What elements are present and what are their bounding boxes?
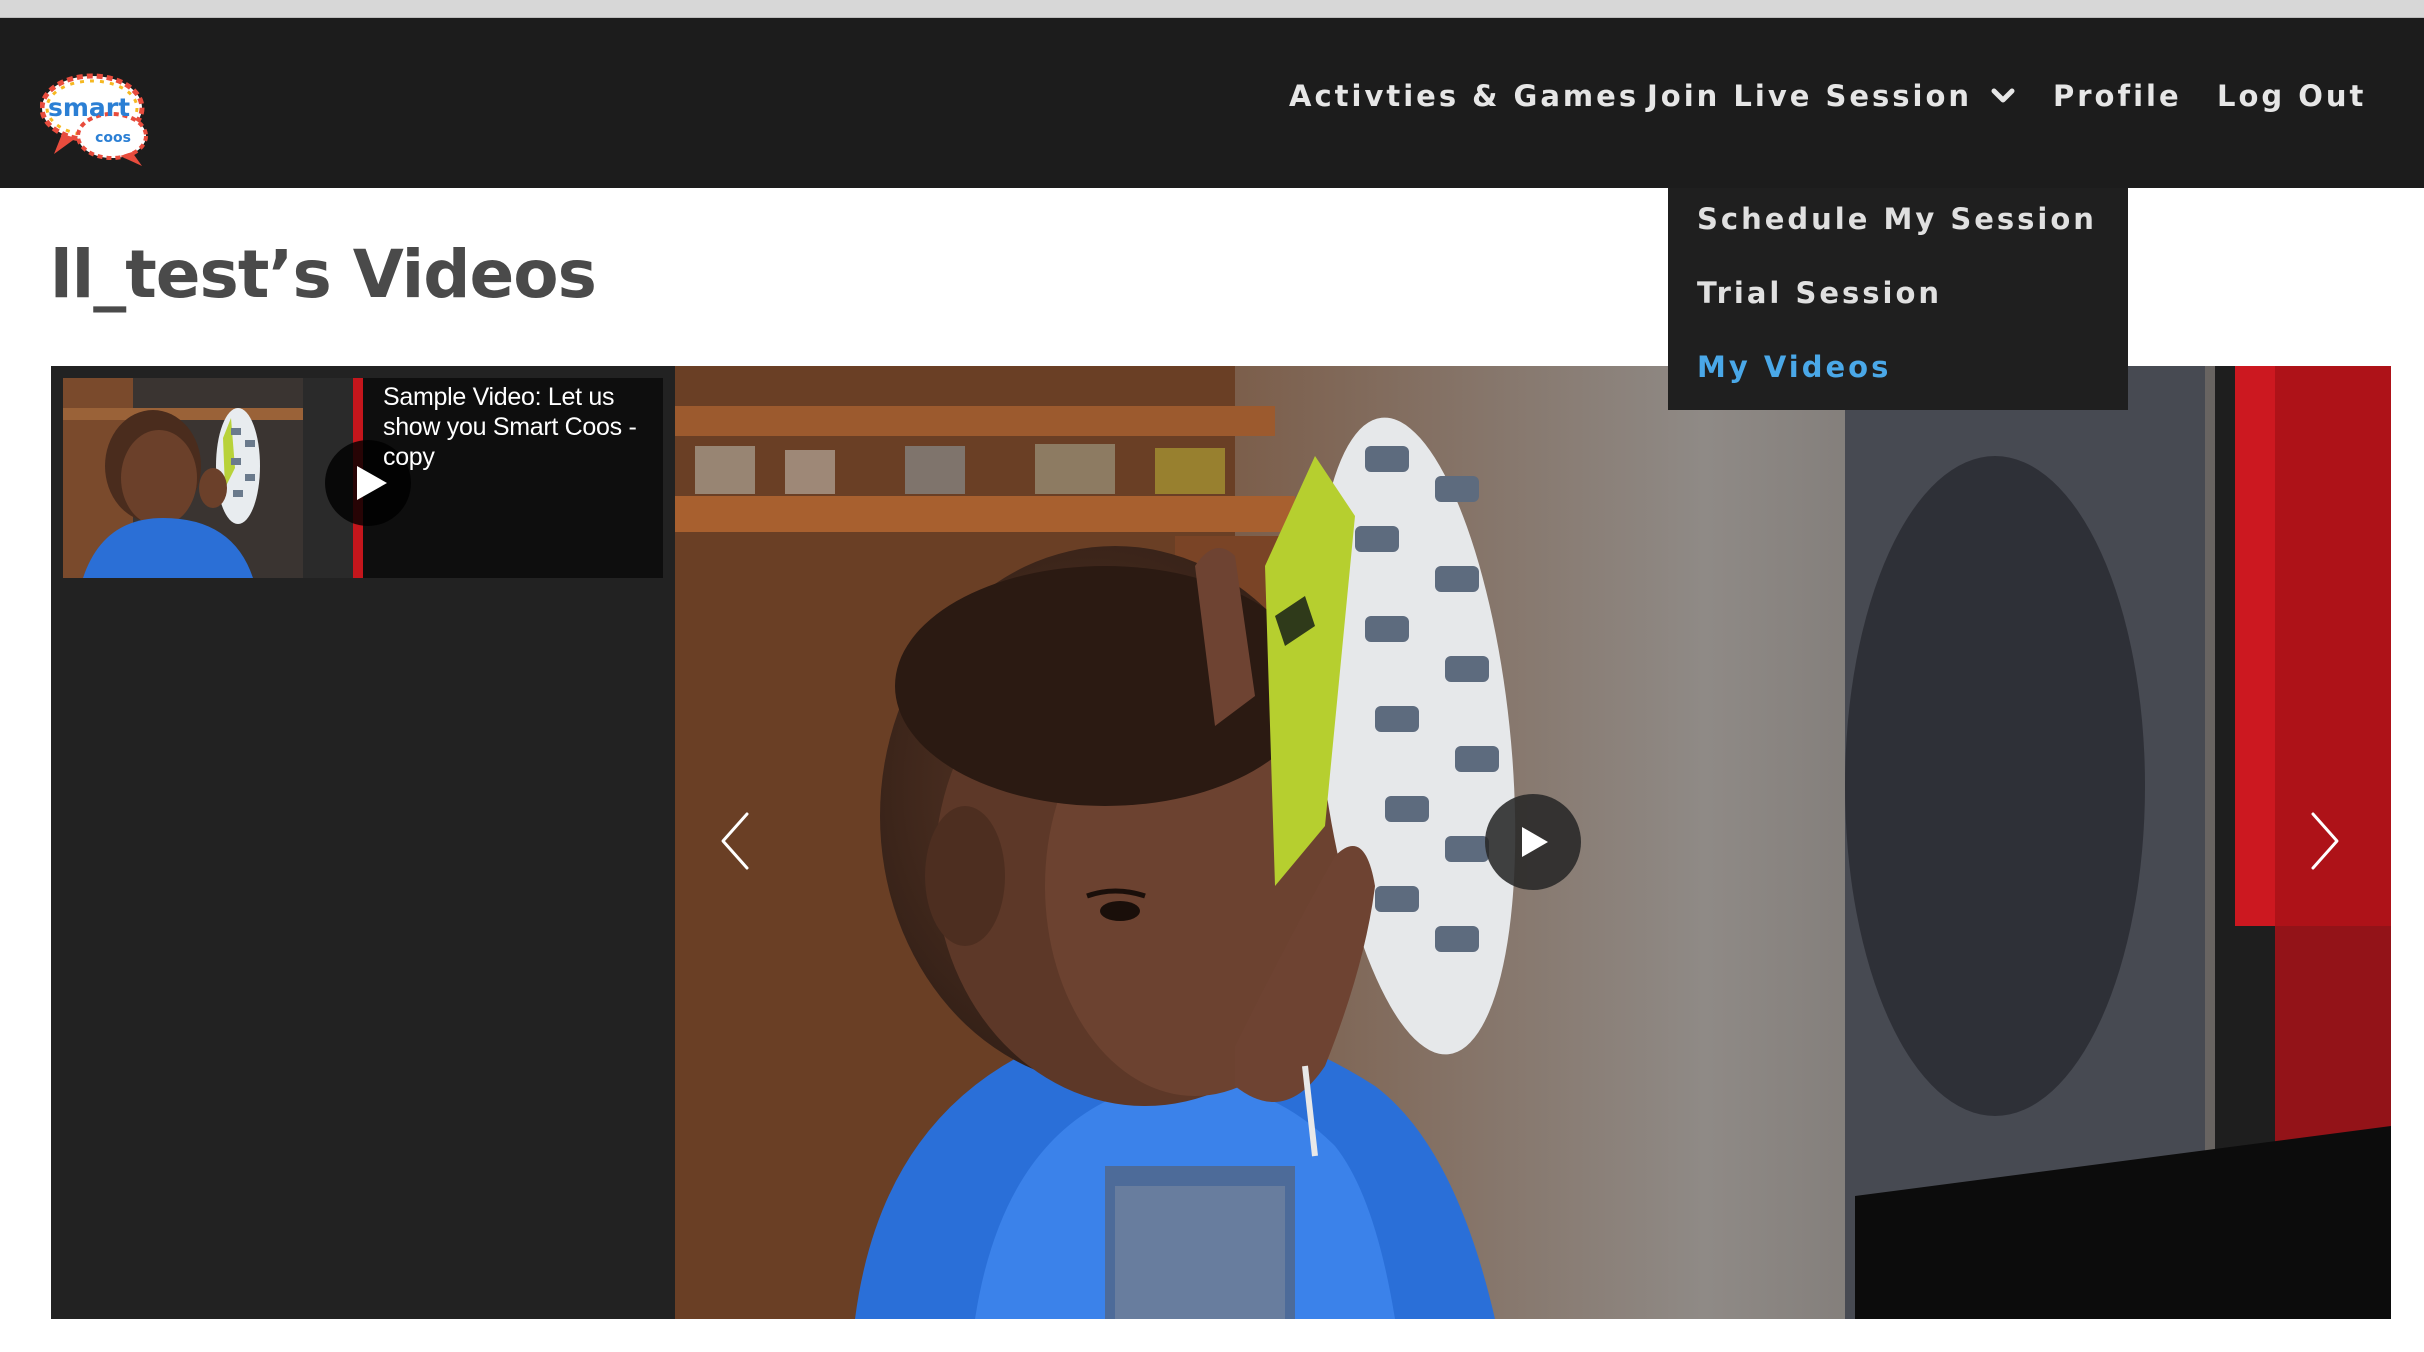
logo-image: smart coos	[40, 73, 148, 166]
browser-top-strip	[0, 0, 2424, 18]
top-navbar: smart coos Activties & Games Join Live S…	[0, 18, 2424, 188]
join-session-dropdown-menu: Schedule My Session Trial Session My Vid…	[1668, 188, 2128, 410]
svg-text:coos: coos	[95, 130, 131, 146]
nav-join-live-session[interactable]: Join Live Session	[1647, 72, 2020, 120]
main-video-player[interactable]	[675, 366, 2391, 1319]
nav-log-out[interactable]: Log Out	[2217, 72, 2366, 120]
chevron-left-icon[interactable]	[715, 806, 755, 876]
nav-profile[interactable]: Profile	[2053, 72, 2182, 120]
video-thumbnail	[63, 378, 363, 578]
dropdown-item-schedule-my-session[interactable]: Schedule My Session	[1697, 195, 2097, 243]
chevron-right-icon[interactable]	[2305, 806, 2345, 876]
svg-text:smart: smart	[48, 93, 130, 122]
dropdown-item-my-videos[interactable]: My Videos	[1697, 343, 1891, 391]
nav-activities-games[interactable]: Activties & Games	[1289, 72, 1639, 120]
chevron-down-icon	[1986, 79, 2020, 113]
play-icon[interactable]	[1485, 794, 1581, 890]
playlist-item-title: Sample Video: Let us show you Smart Coos…	[383, 383, 637, 471]
playlist-item[interactable]: Sample Video: Let us show you Smart Coos…	[63, 378, 663, 578]
dropdown-item-trial-session[interactable]: Trial Session	[1697, 269, 1942, 317]
nav-join-label: Join Live Session	[1647, 79, 1973, 113]
page-title: ll_test’s Videos	[50, 236, 597, 313]
video-gallery: Sample Video: Let us show you Smart Coos…	[51, 366, 2391, 1319]
smart-coos-logo[interactable]: smart coos	[40, 66, 152, 168]
video-playlist: Sample Video: Let us show you Smart Coos…	[51, 366, 675, 1319]
